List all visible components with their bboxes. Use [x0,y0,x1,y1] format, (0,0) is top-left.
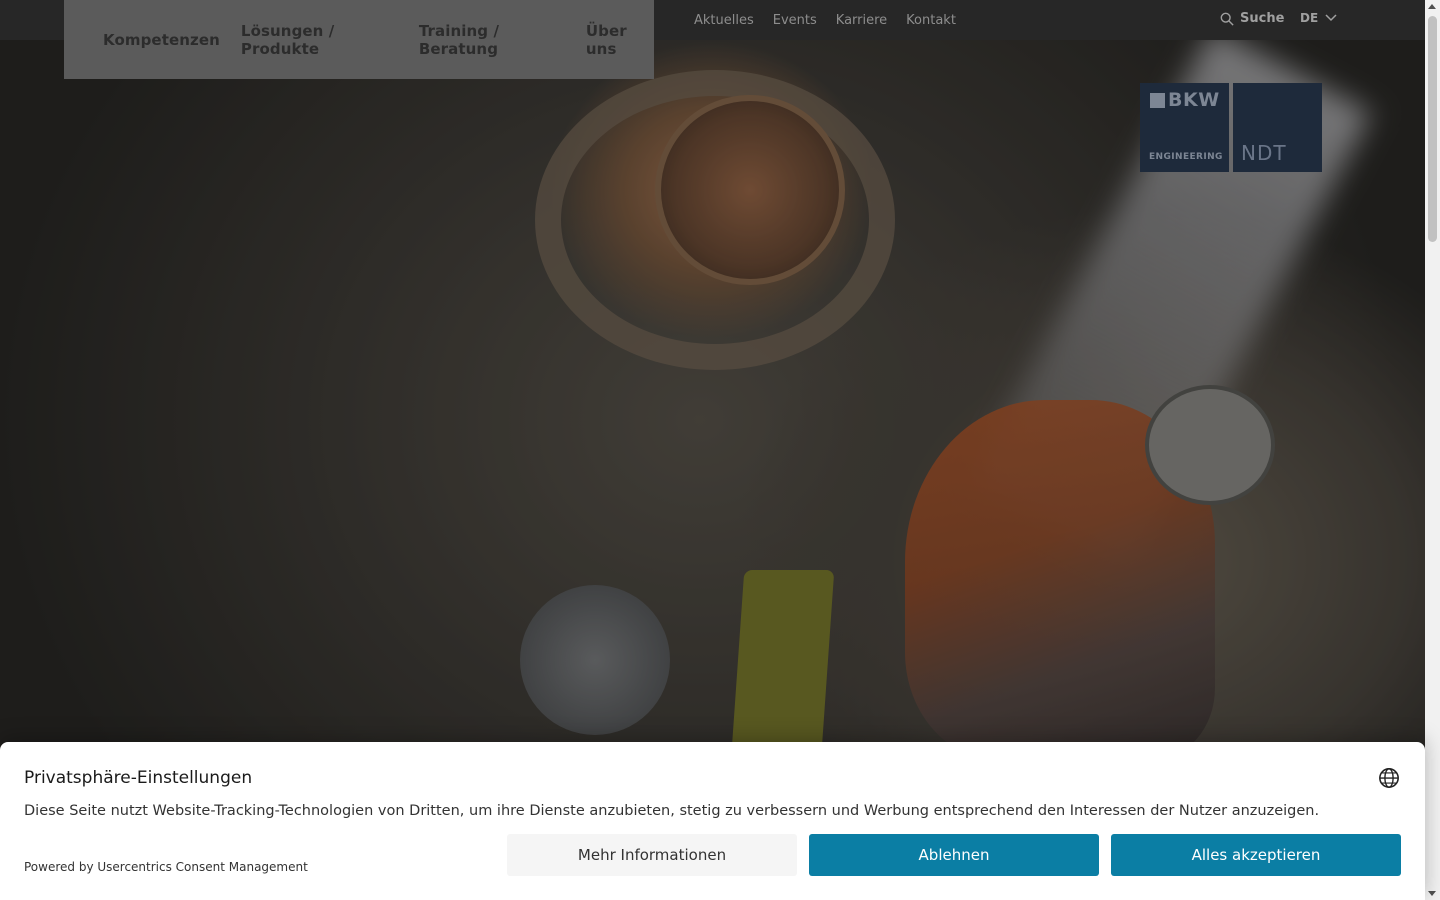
main-nav-training-beratung[interactable]: Training / Beratung [419,22,565,58]
chevron-down-icon [1325,14,1337,22]
scroll-down-arrow-icon[interactable] [1428,891,1436,896]
more-info-button[interactable]: Mehr Informationen [507,834,797,876]
logo-subtitle: ENGINEERING [1149,152,1223,162]
consent-banner: Privatsphäre-Einstellungen Diese Seite n… [0,742,1425,900]
scroll-thumb[interactable] [1428,16,1437,242]
search-button[interactable]: Suche [1220,11,1284,26]
main-nav: Kompetenzen Lösungen / Produkte Training… [64,0,654,79]
logo-ndt: NDT [1233,83,1322,172]
decline-button[interactable]: Ablehnen [809,834,1099,876]
main-nav-kompetenzen[interactable]: Kompetenzen [103,31,220,49]
language-label: DE [1300,11,1319,25]
main-nav-loesungen-produkte[interactable]: Lösungen / Produkte [241,22,398,58]
nav-link-karriere[interactable]: Karriere [836,13,887,28]
nav-link-aktuelles[interactable]: Aktuelles [694,13,754,28]
search-label: Suche [1240,11,1285,26]
logo-square-mark [1150,93,1165,108]
consent-description: Diese Seite nutzt Website-Tracking-Techn… [24,803,1320,819]
logo-bkw-engineering: BKW ENGINEERING [1140,83,1229,172]
accept-all-button[interactable]: Alles akzeptieren [1111,834,1401,876]
logo-brand: BKW [1168,89,1220,111]
nav-link-events[interactable]: Events [773,13,817,28]
scroll-up-arrow-icon[interactable] [1428,4,1436,9]
search-icon [1220,12,1234,26]
logo[interactable]: BKW ENGINEERING NDT [1140,83,1322,172]
powered-by-text[interactable]: Powered by Usercentrics Consent Manageme… [24,860,308,874]
globe-icon[interactable] [1378,767,1400,789]
page-scrollbar[interactable] [1425,0,1440,900]
main-nav-ueber-uns[interactable]: Über uns [586,22,654,58]
logo-unit: NDT [1241,141,1287,165]
language-selector[interactable]: DE [1300,11,1337,25]
consent-title: Privatsphäre-Einstellungen [24,768,253,788]
utility-nav: Aktuelles Events Karriere Kontakt [694,0,956,40]
nav-link-kontakt[interactable]: Kontakt [906,13,956,28]
